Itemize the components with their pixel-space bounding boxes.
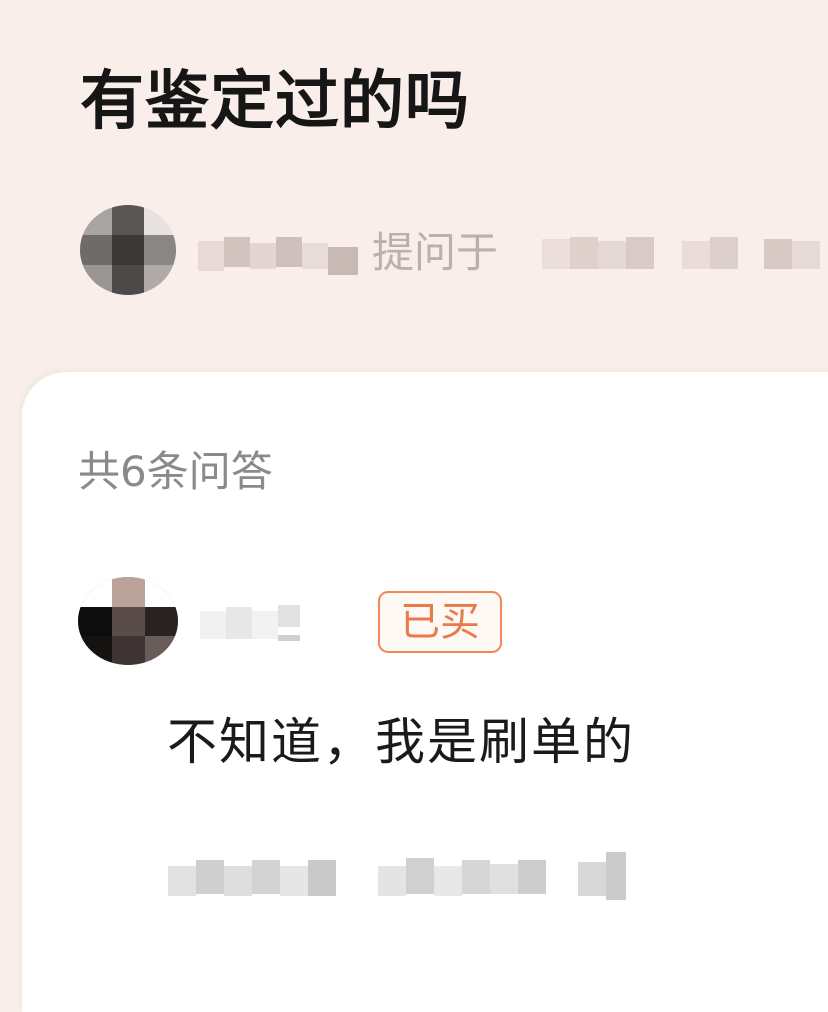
asker-avatar[interactable] [80,205,176,295]
purchased-badge: 已买 [378,591,502,653]
answer-time-masked [168,852,628,912]
answer-text: 不知道，我是刷单的 [167,713,635,771]
answerer-avatar[interactable] [78,577,178,665]
asker-row: 提问于 [80,205,828,295]
asked-at-date-masked [542,233,822,277]
question-header: 有鉴定过的吗 提问于 [0,0,828,390]
answers-card: 共6条问答 已买 不知道，我是刷单的 [22,372,828,1012]
asker-name-masked [198,233,368,279]
question-title: 有鉴定过的吗 [80,65,470,139]
answer-count: 共6条问答 [78,447,273,496]
answerer-name-masked [200,603,330,649]
asked-at-label: 提问于 [372,228,499,277]
answerer-row: 已买 [78,577,778,667]
